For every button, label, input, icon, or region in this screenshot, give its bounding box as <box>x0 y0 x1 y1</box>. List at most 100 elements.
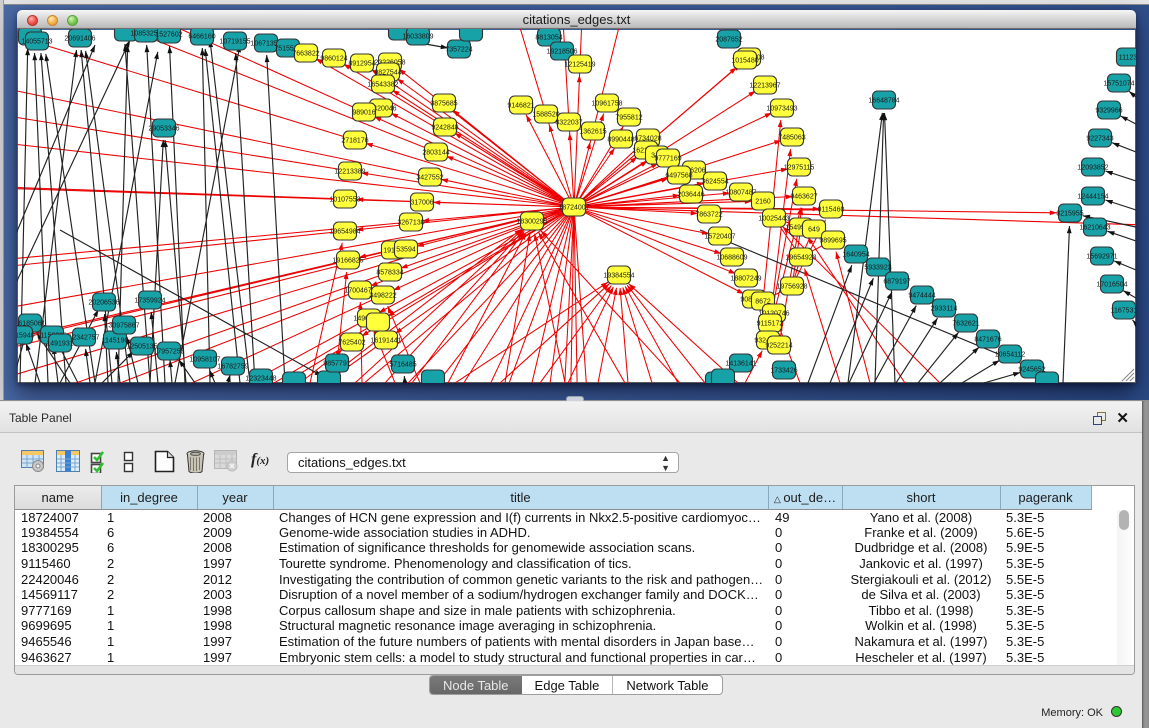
svg-text:10961758: 10961758 <box>591 101 622 108</box>
svg-text:6466160: 6466160 <box>188 34 215 41</box>
svg-text:7485063: 7485063 <box>778 135 805 142</box>
svg-text:12444154: 12444154 <box>1077 194 1108 201</box>
svg-text:3498222: 3498222 <box>369 293 396 300</box>
svg-text:3427552: 3427552 <box>416 175 443 182</box>
svg-text:1733426: 1733426 <box>770 368 797 375</box>
svg-text:2036446: 2036446 <box>677 192 704 199</box>
svg-text:1362615: 1362615 <box>579 129 606 136</box>
svg-text:9857791: 9857791 <box>323 361 350 368</box>
svg-text:7663822: 7663822 <box>292 51 319 58</box>
svg-text:9463627: 9463627 <box>790 194 817 201</box>
svg-text:2087652: 2087652 <box>715 37 742 44</box>
svg-text:317006: 317006 <box>410 200 433 207</box>
svg-text:5933923: 5933923 <box>864 265 891 272</box>
svg-text:9899695: 9899695 <box>819 238 846 245</box>
svg-text:12213389: 12213389 <box>334 169 365 176</box>
svg-text:3875685: 3875685 <box>430 101 457 108</box>
svg-text:9252214: 9252214 <box>765 343 792 350</box>
svg-text:10719155: 10719155 <box>219 39 250 46</box>
svg-text:14136141: 14136141 <box>725 361 756 368</box>
svg-text:19218506: 19218506 <box>546 49 577 56</box>
svg-text:16648784: 16648784 <box>868 98 899 105</box>
svg-text:10958107: 10958107 <box>189 357 220 364</box>
svg-text:7357224: 7357224 <box>445 47 472 54</box>
svg-text:5716485: 5716485 <box>389 362 416 369</box>
svg-text:7955812: 7955812 <box>615 115 642 122</box>
svg-text:9115172: 9115172 <box>757 321 784 328</box>
svg-text:20691406: 20691406 <box>64 36 95 43</box>
svg-text:1167531: 1167531 <box>1111 308 1136 315</box>
svg-text:29053346: 29053346 <box>148 126 179 133</box>
svg-text:19756928: 19756928 <box>776 284 807 291</box>
svg-text:1527602: 1527602 <box>155 32 182 39</box>
svg-text:17016504: 17016504 <box>1096 282 1127 289</box>
svg-text:1588520: 1588520 <box>532 112 559 119</box>
svg-text:8990448: 8990448 <box>607 137 634 144</box>
svg-text:10973493: 10973493 <box>766 106 797 113</box>
svg-text:6879197: 6879197 <box>883 279 910 286</box>
svg-text:12125419: 12125419 <box>564 62 595 69</box>
svg-text:12093852: 12093852 <box>1077 165 1108 172</box>
svg-text:9474444: 9474444 <box>908 293 935 300</box>
svg-text:53594: 53594 <box>396 247 416 254</box>
svg-text:9115460: 9115460 <box>818 207 845 214</box>
svg-text:17359924: 17359924 <box>134 298 165 305</box>
svg-text:12323448: 12323448 <box>245 376 276 383</box>
svg-text:19166825: 19166825 <box>332 258 363 265</box>
svg-text:6497568: 6497568 <box>665 173 692 180</box>
svg-text:10107553: 10107553 <box>329 197 360 204</box>
svg-text:10688609: 10688609 <box>716 255 747 262</box>
svg-text:30975867: 30975867 <box>108 323 139 330</box>
svg-text:9777169: 9777169 <box>654 156 681 163</box>
svg-text:3267130: 3267130 <box>397 220 424 227</box>
svg-text:7863722: 7863722 <box>695 212 722 219</box>
svg-text:8215955: 8215955 <box>1056 211 1083 218</box>
svg-text:8813054: 8813054 <box>535 35 562 42</box>
svg-text:989016: 989016 <box>352 110 375 117</box>
svg-text:17957253: 17957253 <box>153 349 184 356</box>
svg-text:9860124: 9860124 <box>320 56 347 63</box>
svg-text:16543382: 16543382 <box>367 82 398 89</box>
svg-text:8322037: 8322037 <box>555 120 582 127</box>
svg-text:10654112: 10654112 <box>995 352 1026 359</box>
svg-text:9329966: 9329966 <box>1095 108 1122 115</box>
svg-text:15720407: 15720407 <box>704 234 735 241</box>
svg-text:19384554: 19384554 <box>603 273 634 280</box>
svg-text:2933114: 2933114 <box>931 306 958 313</box>
svg-text:10025443: 10025443 <box>758 216 789 223</box>
svg-text:20206536: 20206536 <box>88 300 119 307</box>
svg-text:2718176: 2718176 <box>341 138 368 145</box>
svg-text:7625402: 7625402 <box>338 340 365 347</box>
svg-text:8578334: 8578334 <box>376 270 403 277</box>
svg-text:7632621: 7632621 <box>952 321 979 328</box>
svg-text:1015480: 1015480 <box>731 58 758 65</box>
svg-text:3915940: 3915940 <box>17 333 35 340</box>
svg-text:16210643: 16210643 <box>1079 225 1110 232</box>
svg-text:12213967: 12213967 <box>749 83 780 90</box>
svg-text:15692971: 15692971 <box>1086 254 1117 261</box>
svg-text:3624554: 3624554 <box>701 179 728 186</box>
svg-text:19654923: 19654923 <box>785 255 816 262</box>
svg-text:1145190: 1145190 <box>102 338 129 345</box>
svg-text:2803144: 2803144 <box>422 150 449 157</box>
svg-text:9146821: 9146821 <box>507 103 534 110</box>
svg-text:16033809: 16033809 <box>402 34 433 41</box>
svg-text:8912954: 8912954 <box>348 61 375 68</box>
svg-text:12975115: 12975115 <box>784 165 815 172</box>
svg-text:8471676: 8471676 <box>974 337 1001 344</box>
svg-text:9242848: 9242848 <box>431 125 458 132</box>
svg-text:1640954: 1640954 <box>842 252 869 259</box>
svg-text:18724007: 18724007 <box>558 205 589 212</box>
svg-text:16191441: 16191441 <box>370 338 401 345</box>
svg-text:2160: 2160 <box>755 199 771 206</box>
svg-text:11123: 11123 <box>1119 55 1136 62</box>
svg-text:15751074: 15751074 <box>1103 81 1134 88</box>
svg-text:649: 649 <box>808 227 820 234</box>
svg-text:18300295: 18300295 <box>516 219 547 226</box>
svg-text:9227343: 9227343 <box>1086 136 1113 143</box>
svg-text:1491931: 1491931 <box>46 341 73 348</box>
svg-text:18807249: 18807249 <box>730 276 761 283</box>
svg-text:14055713: 14055713 <box>21 39 52 46</box>
svg-text:16782759: 16782759 <box>217 364 248 371</box>
svg-text:19654984: 19654984 <box>329 229 360 236</box>
